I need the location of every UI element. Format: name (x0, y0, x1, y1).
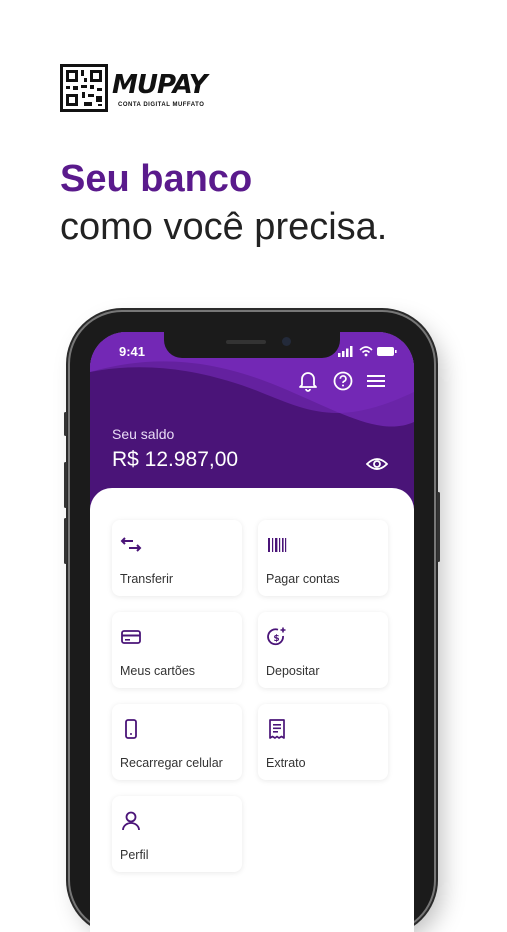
action-card-pagar-contas[interactable]: Pagar contas (258, 520, 388, 596)
speaker-grille (226, 340, 266, 344)
logo-brand: MUPAY (112, 70, 208, 100)
action-label: Transferir (120, 572, 174, 586)
card-icon (121, 630, 141, 644)
action-card-depositar[interactable]: $ Depositar (258, 612, 388, 688)
action-label: Meus cartões (120, 664, 196, 678)
volume-down-button (64, 518, 67, 564)
status-time: 9:41 (119, 344, 146, 359)
action-card-extrato[interactable]: Extrato (258, 704, 388, 780)
logo-tagline: CONTA DIGITAL MUFFATO (118, 102, 205, 108)
help-icon[interactable] (332, 370, 354, 392)
svg-text:$: $ (273, 634, 279, 644)
menu-icon[interactable] (366, 370, 386, 392)
action-label: Perfil (120, 848, 149, 862)
action-label: Depositar (266, 664, 320, 678)
mute-switch (64, 412, 67, 436)
phone-icon (125, 719, 137, 739)
eye-icon[interactable] (366, 456, 388, 472)
action-card-transferir[interactable]: Transferir (112, 520, 242, 596)
deposit-icon: $ (267, 627, 286, 646)
phone-mockup: 9:41 Seu saldo R$ 12.987,00 Transferir P… (64, 312, 440, 932)
balance-label: Seu saldo (112, 426, 175, 442)
power-button (437, 492, 440, 562)
mupay-logo: MUPAY CONTA DIGITAL MUFFATO (60, 64, 208, 114)
barcode-icon (268, 538, 287, 552)
receipt-icon (269, 719, 285, 739)
action-label: Recarregar celular (120, 756, 223, 770)
action-card-perfil[interactable]: Perfil (112, 796, 242, 872)
headline-bold: Seu banco (60, 158, 253, 200)
actions-panel: Transferir Pagar contas Meus cartões $ D… (90, 488, 414, 932)
qr-code-icon (60, 64, 108, 112)
balance-value: R$ 12.987,00 (112, 448, 239, 471)
headline-regular: como você precisa. (60, 206, 388, 248)
bell-icon[interactable] (298, 370, 318, 392)
front-camera (282, 337, 291, 346)
transfer-icon (120, 537, 142, 552)
phone-screen: 9:41 Seu saldo R$ 12.987,00 Transferir P… (90, 332, 414, 932)
action-label: Pagar contas (266, 572, 340, 586)
action-label: Extrato (266, 756, 306, 770)
action-card-recarregar-celular[interactable]: Recarregar celular (112, 704, 242, 780)
phone-notch (164, 332, 340, 358)
status-icons (338, 346, 397, 357)
action-card-meus-cartoes[interactable]: Meus cartões (112, 612, 242, 688)
user-icon (122, 811, 140, 831)
volume-up-button (64, 462, 67, 508)
